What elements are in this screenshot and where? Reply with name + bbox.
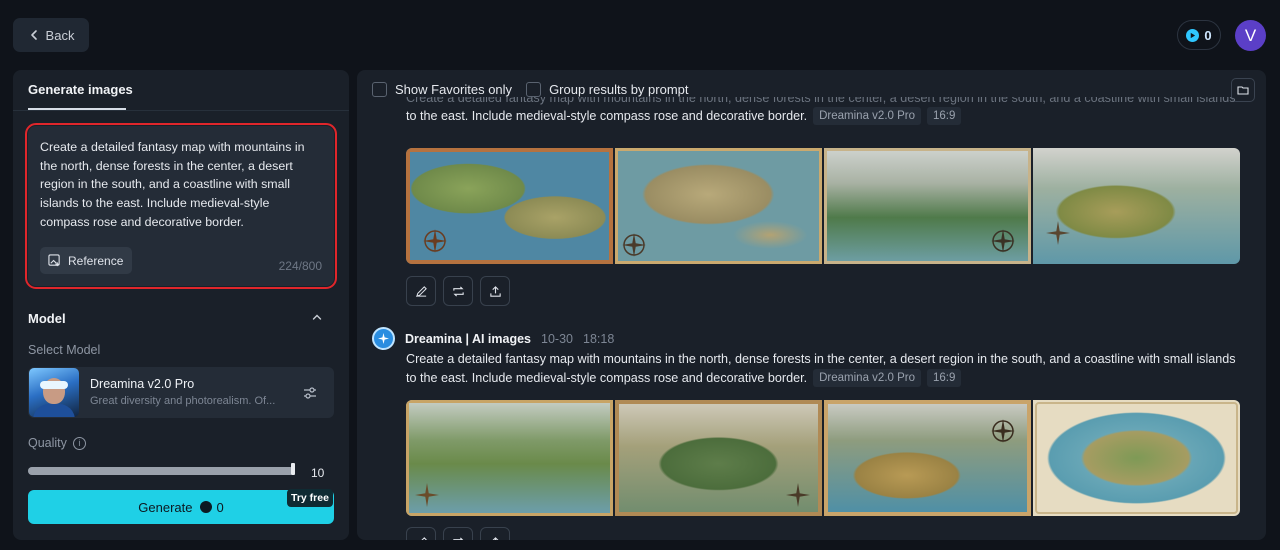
quality-slider[interactable] xyxy=(28,467,294,475)
folder-icon xyxy=(1237,86,1249,95)
generate-label: Generate xyxy=(138,499,193,515)
results-panel: Show Favorites only Group results by pro… xyxy=(357,70,1266,540)
result-time: 18:18 xyxy=(583,331,615,346)
settings-sliders-icon[interactable] xyxy=(302,385,318,401)
model-section-title: Model xyxy=(28,311,66,326)
generated-image[interactable] xyxy=(406,148,613,264)
image-row-2 xyxy=(406,400,1240,516)
reference-label: Reference xyxy=(68,253,124,268)
result-date: 10-30 xyxy=(541,331,573,346)
select-model-label: Select Model xyxy=(28,343,101,357)
chevron-left-icon xyxy=(30,30,37,40)
upload-button[interactable] xyxy=(480,276,510,306)
generated-image[interactable] xyxy=(406,400,613,516)
regenerate-button[interactable] xyxy=(443,276,473,306)
model-name: Dreamina v2.0 Pro xyxy=(90,377,195,391)
reference-button[interactable]: Reference xyxy=(40,247,133,274)
ratio-chip: 16:9 xyxy=(927,107,962,125)
image-row-1 xyxy=(406,148,1240,264)
regenerate-button[interactable] xyxy=(443,527,473,540)
prompt-input[interactable]: Create a detailed fantasy map with mount… xyxy=(25,123,337,289)
ratio-chip: 16:9 xyxy=(927,369,962,387)
group-results-label[interactable]: Group results by prompt xyxy=(549,82,688,97)
action-row-2 xyxy=(406,527,510,540)
upload-icon xyxy=(491,536,499,540)
prompt-text[interactable]: Create a detailed fantasy map with mount… xyxy=(40,138,322,232)
quality-slider-handle[interactable] xyxy=(291,463,295,475)
edit-icon xyxy=(415,285,427,297)
model-chip: Dreamina v2.0 Pro xyxy=(813,369,921,387)
result-prompt-1: Create a detailed fantasy map with mount… xyxy=(406,97,1256,126)
action-row-1 xyxy=(406,276,510,306)
result-prompt-1-line2: to the east. Include medieval-style comp… xyxy=(406,109,808,123)
result-prompt-2: Create a detailed fantasy map with mount… xyxy=(406,350,1256,388)
edit-icon xyxy=(420,536,427,540)
regenerate-icon xyxy=(452,536,464,540)
quality-value: 10 xyxy=(311,466,325,480)
reference-icon xyxy=(48,254,60,267)
generate-cost: 0 xyxy=(216,499,224,515)
tab-generate-images[interactable]: Generate images xyxy=(28,82,133,97)
quality-label-row: Quality i xyxy=(28,436,86,450)
model-thumbnail xyxy=(29,368,79,417)
chevron-up-icon[interactable] xyxy=(311,311,323,323)
credits-count: 0 xyxy=(1204,27,1212,43)
upload-icon xyxy=(489,285,501,297)
quality-label: Quality xyxy=(28,436,67,450)
model-selector[interactable]: Dreamina v2.0 Pro Great diversity and ph… xyxy=(28,367,334,418)
generated-image[interactable] xyxy=(1033,148,1240,264)
credit-icon xyxy=(1186,28,1200,42)
group-results-checkbox[interactable] xyxy=(526,82,542,97)
generate-panel: Generate images Create a detailed fantas… xyxy=(13,70,349,540)
regenerate-icon xyxy=(452,285,464,297)
generated-image[interactable] xyxy=(615,400,822,516)
dreamina-logo-icon xyxy=(372,327,395,350)
credit-icon xyxy=(200,501,213,513)
generated-image[interactable] xyxy=(615,148,822,264)
edit-button[interactable] xyxy=(406,527,436,540)
back-label: Back xyxy=(45,27,75,43)
result-prompt-2-line1: Create a detailed fantasy map with mount… xyxy=(406,352,1236,366)
result-prompt-1-line1: Create a detailed fantasy map with mount… xyxy=(406,97,1236,105)
filter-row: Show Favorites only Group results by pro… xyxy=(372,82,689,97)
credits-badge[interactable]: 0 xyxy=(1177,20,1221,50)
avatar[interactable]: V xyxy=(1235,20,1266,51)
edit-button[interactable] xyxy=(406,276,436,306)
result-header-2: Dreamina | AI images 10-30 18:18 xyxy=(372,327,614,350)
divider xyxy=(13,110,349,111)
generated-image[interactable] xyxy=(824,148,1031,264)
try-free-badge: Try free xyxy=(287,489,333,507)
upload-button[interactable] xyxy=(480,527,510,540)
show-favorites-checkbox[interactable] xyxy=(372,82,387,97)
info-icon[interactable]: i xyxy=(72,436,86,450)
show-favorites-label[interactable]: Show Favorites only xyxy=(395,82,512,97)
generated-image[interactable] xyxy=(824,400,1031,516)
char-count: 224/800 xyxy=(278,259,322,273)
result-prompt-2-line2: to the east. Include medieval-style comp… xyxy=(406,371,808,385)
result-author: Dreamina | AI images xyxy=(405,331,532,346)
model-description: Great diversity and photorealism. Of... xyxy=(90,395,276,407)
model-chip: Dreamina v2.0 Pro xyxy=(813,107,921,125)
generated-image[interactable] xyxy=(1033,400,1240,516)
back-button[interactable]: Back xyxy=(13,18,89,52)
quality-slider-fill xyxy=(28,467,292,475)
